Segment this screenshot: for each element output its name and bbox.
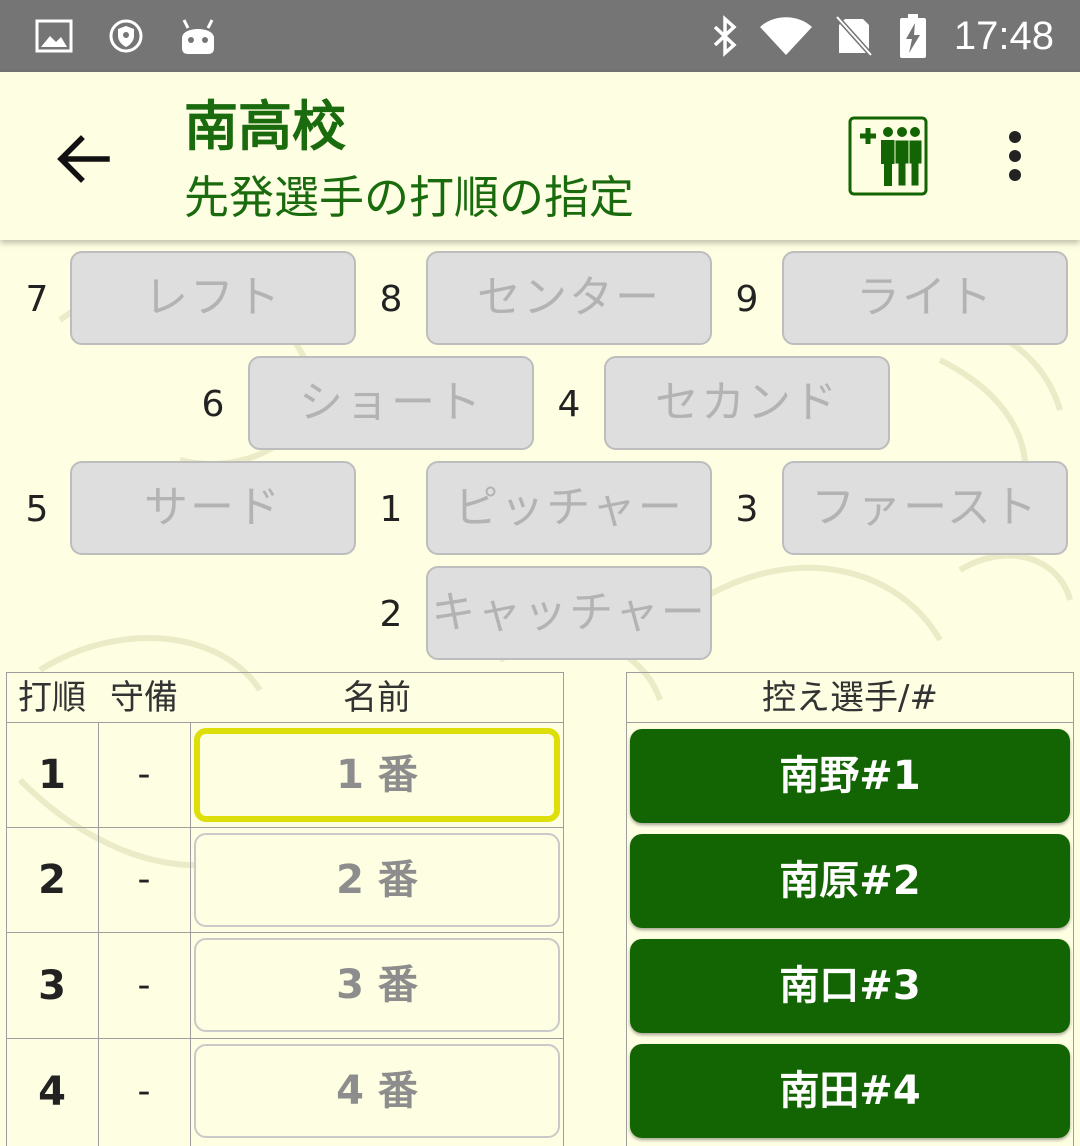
status-time: 17:48: [953, 14, 1054, 58]
divider: [6, 722, 564, 723]
page-title: 南高校: [184, 95, 346, 158]
row-position[interactable]: -: [98, 1044, 190, 1140]
bench-player-button-2[interactable]: 南原#2: [630, 834, 1070, 928]
position-number: 3: [735, 489, 759, 530]
row-batting-order: 3: [38, 963, 66, 1009]
row-position[interactable]: -: [98, 832, 190, 928]
header-name: 名前: [343, 678, 411, 718]
arrow-back-icon: [57, 135, 110, 183]
position-button-right-field[interactable]: ライト: [782, 251, 1068, 345]
position-button-center-field[interactable]: センター: [426, 251, 712, 345]
position-number: 4: [557, 384, 581, 425]
batter-name-button-3[interactable]: 3 番: [194, 938, 560, 1032]
header-bench-players: 控え選手/#: [762, 678, 938, 718]
dot: [1009, 150, 1021, 162]
row-batting-order: 1: [38, 752, 66, 798]
position-number: 7: [25, 279, 49, 320]
no-sim-icon: [834, 0, 874, 72]
row-position[interactable]: -: [98, 727, 190, 823]
position-button-third-base[interactable]: サード: [70, 461, 356, 555]
divider: [626, 722, 1074, 723]
position-number: 6: [201, 384, 225, 425]
batter-name-button-4[interactable]: 4 番: [194, 1044, 560, 1138]
header-position: 守備: [110, 678, 178, 718]
battery-charging-icon: [896, 0, 930, 72]
batter-name-button-2[interactable]: 2 番: [194, 833, 560, 927]
row-batting-order: 2: [38, 857, 66, 903]
position-button-shortstop[interactable]: ショート: [248, 356, 534, 450]
add-players-icon: [848, 116, 928, 196]
row-batting-order: 4: [38, 1069, 66, 1115]
wifi-icon: [758, 0, 814, 72]
divider: [6, 932, 564, 933]
android-icon: [178, 0, 218, 72]
batting-order-table: 打順 守備 名前 1 - 1 番 2 - 2 番 3 - 3 番 4 - 4 番: [6, 672, 564, 1146]
status-bar: 17:48: [0, 0, 1080, 72]
image-icon: [34, 0, 74, 72]
position-number: 5: [25, 489, 49, 530]
vpn-shield-icon: [106, 0, 146, 72]
bench-player-button-3[interactable]: 南口#3: [630, 939, 1070, 1033]
row-position[interactable]: -: [98, 938, 190, 1034]
bench-player-button-4[interactable]: 南田#4: [630, 1044, 1070, 1138]
divider: [6, 1038, 564, 1039]
position-button-first-base[interactable]: ファースト: [782, 461, 1068, 555]
position-button-left-field[interactable]: レフト: [70, 251, 356, 345]
divider: [190, 722, 191, 1146]
position-button-catcher[interactable]: キャッチャー: [426, 566, 712, 660]
overflow-menu-button[interactable]: [990, 126, 1040, 186]
dot: [1009, 169, 1021, 181]
divider: [626, 672, 627, 1146]
position-button-pitcher[interactable]: ピッチャー: [426, 461, 712, 555]
add-players-button[interactable]: [848, 116, 928, 196]
position-number: 1: [379, 489, 403, 530]
dot: [1009, 131, 1021, 143]
header-batting-order: 打順: [18, 678, 86, 718]
position-button-second-base[interactable]: セカンド: [604, 356, 890, 450]
batter-name-button-1[interactable]: 1 番: [194, 728, 560, 822]
bluetooth-icon: [708, 0, 742, 72]
app-bar: 南高校 先発選手の打順の指定: [0, 72, 1080, 240]
divider: [6, 827, 564, 828]
position-number: 2: [379, 594, 403, 635]
divider: [563, 672, 564, 1146]
position-number: 8: [379, 279, 403, 320]
bench-players-list: 控え選手/# 南野#1 南原#2 南口#3 南田#4: [626, 672, 1074, 1146]
divider: [1073, 672, 1074, 1146]
back-button[interactable]: [50, 126, 116, 192]
page-subtitle: 先発選手の打順の指定: [184, 171, 635, 224]
bench-player-button-1[interactable]: 南野#1: [630, 729, 1070, 823]
position-number: 9: [735, 279, 759, 320]
